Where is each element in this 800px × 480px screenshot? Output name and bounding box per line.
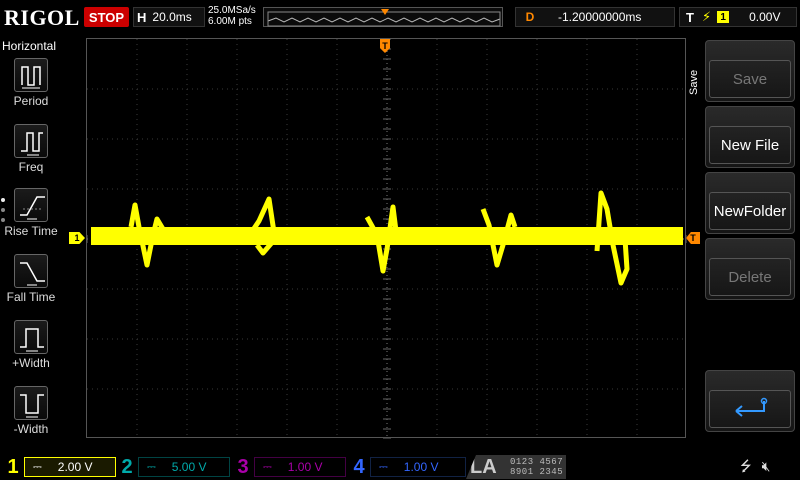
freq-label: Freq	[18, 160, 44, 174]
fall-time-icon	[14, 254, 48, 288]
ch2-scale-box: ⎓ 5.00 V	[138, 457, 230, 477]
acquisition-info: 25.0MSa/s 6.00M pts	[208, 5, 256, 27]
dc-coupling-icon: ⎓	[33, 460, 42, 473]
waveform-display[interactable]	[86, 38, 687, 439]
ch3-status[interactable]: 3 ⎓ 1.00 V	[234, 455, 346, 479]
timebase-value: 20.0ms	[152, 10, 192, 24]
trigger-source: 1	[717, 11, 730, 23]
ch2-scale: 5.00 V	[171, 460, 207, 474]
la-channel-bits: 0123 4567 8901 2345	[510, 457, 563, 477]
period-label: Period	[13, 94, 49, 108]
measure-neg-width[interactable]: -Width	[0, 386, 62, 436]
save-menu-tab: Save	[688, 69, 700, 95]
ch1-status[interactable]: 1 ⎓ 2.00 V	[4, 455, 116, 479]
logic-analyzer-status[interactable]: LA 0123 4567 8901 2345	[466, 455, 566, 479]
return-button[interactable]	[705, 370, 795, 432]
timebase-label: H	[137, 9, 147, 25]
period-icon	[14, 58, 48, 92]
rising-edge-icon: ⚡︎	[701, 9, 712, 24]
delay-box[interactable]: D -1.20000000ms	[515, 7, 675, 27]
graticule	[87, 39, 687, 439]
ch1-scale-box: ⎓ 2.00 V	[24, 457, 116, 477]
ch1-scale: 2.00 V	[57, 460, 93, 474]
return-icon	[709, 390, 791, 428]
ch2-number: 2	[121, 455, 133, 478]
brand-logo: RIGOL	[4, 5, 80, 31]
delay-value: -1.20000000ms	[558, 10, 642, 24]
delete-label: Delete	[709, 258, 791, 296]
measure-fall-time[interactable]: Fall Time	[0, 254, 62, 304]
speaker-muted-icon[interactable]: 🔇︎	[762, 458, 771, 474]
la-bits-row1: 0123 4567	[510, 457, 564, 467]
measure-period[interactable]: Period	[0, 58, 62, 108]
trigger-level-marker[interactable]: T	[686, 232, 700, 244]
measure-pos-width[interactable]: +Width	[0, 320, 62, 370]
ch4-scale-box: ⎓ 1.00 V	[370, 457, 466, 477]
new-folder-label: NewFolder	[709, 192, 791, 230]
ch4-status[interactable]: 4 ⎓ 1.00 V	[350, 455, 466, 479]
dc-coupling-icon: ⎓	[263, 460, 272, 473]
trigger-box[interactable]: T ⚡︎ 1 0.00V	[679, 7, 797, 27]
system-icons: ⭍ 🔇︎	[740, 456, 770, 480]
ch1-number: 1	[7, 455, 19, 478]
pos-width-label: +Width	[12, 356, 50, 370]
menu-page-indicator	[1, 198, 7, 228]
new-folder-button[interactable]: NewFolder	[705, 172, 795, 234]
fall-time-label: Fall Time	[6, 290, 56, 304]
top-status-bar: RIGOL STOP H 20.0ms 25.0MSa/s 6.00M pts …	[0, 0, 800, 34]
dc-coupling-icon: ⎓	[379, 460, 388, 473]
trigger-label: T	[686, 9, 694, 25]
ch4-scale: 1.00 V	[403, 460, 439, 474]
neg-width-label: -Width	[13, 422, 49, 436]
brand-text: RIGOL	[4, 5, 80, 30]
measure-rise-time[interactable]: Rise Time	[0, 188, 62, 238]
rise-time-icon	[14, 188, 48, 222]
rise-time-label: Rise Time	[4, 224, 58, 238]
ch4-number: 4	[353, 455, 365, 478]
save-button-label: Save	[709, 60, 791, 98]
oscilloscope-screen: RIGOL STOP H 20.0ms 25.0MSa/s 6.00M pts …	[0, 0, 800, 480]
freq-icon	[14, 124, 48, 158]
delay-label: D	[525, 10, 535, 24]
la-bits-row2: 8901 2345	[510, 467, 564, 477]
measure-menu: Horizontal Period Freq Rise Time Fall Ti…	[0, 36, 62, 446]
pos-width-icon	[14, 320, 48, 354]
ch1-offset-marker[interactable]: 1	[69, 232, 85, 244]
new-file-label: New File	[709, 126, 791, 164]
ch3-number: 3	[237, 455, 249, 478]
ch3-scale-box: ⎓ 1.00 V	[254, 457, 346, 477]
memory-depth: 6.00M pts	[208, 16, 252, 27]
neg-width-icon	[14, 386, 48, 420]
memory-overview-bar[interactable]	[263, 7, 503, 27]
timebase-box[interactable]: H 20.0ms	[133, 7, 205, 27]
delete-button[interactable]: Delete	[705, 238, 795, 300]
measure-freq[interactable]: Freq	[0, 124, 62, 174]
usb-icon: ⭍	[740, 458, 752, 474]
trigger-level: 0.00V	[749, 10, 781, 24]
memory-overview-waveform	[267, 9, 501, 27]
new-file-button[interactable]: New File	[705, 106, 795, 168]
ch2-status[interactable]: 2 ⎓ 5.00 V	[118, 455, 230, 479]
sample-rate: 25.0MSa/s	[208, 5, 256, 16]
measure-category-title: Horizontal	[2, 39, 57, 53]
dc-coupling-icon: ⎓	[147, 460, 156, 473]
save-button[interactable]: Save	[705, 40, 795, 102]
ch3-scale: 1.00 V	[287, 460, 323, 474]
run-stop-status[interactable]: STOP	[84, 7, 129, 27]
